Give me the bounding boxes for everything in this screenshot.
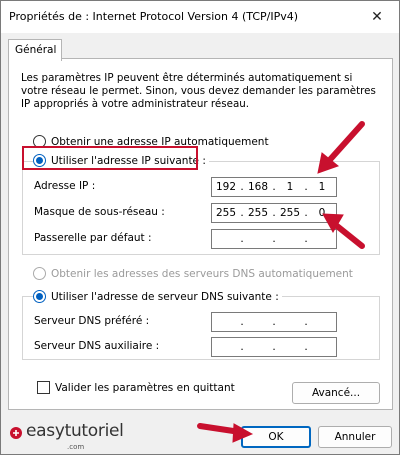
tab-general[interactable]: Général bbox=[8, 39, 62, 61]
annotation-arrows bbox=[197, 121, 365, 443]
arrow-to-ok-button-head bbox=[232, 423, 254, 443]
arrow-to-ip-address bbox=[324, 121, 365, 166]
